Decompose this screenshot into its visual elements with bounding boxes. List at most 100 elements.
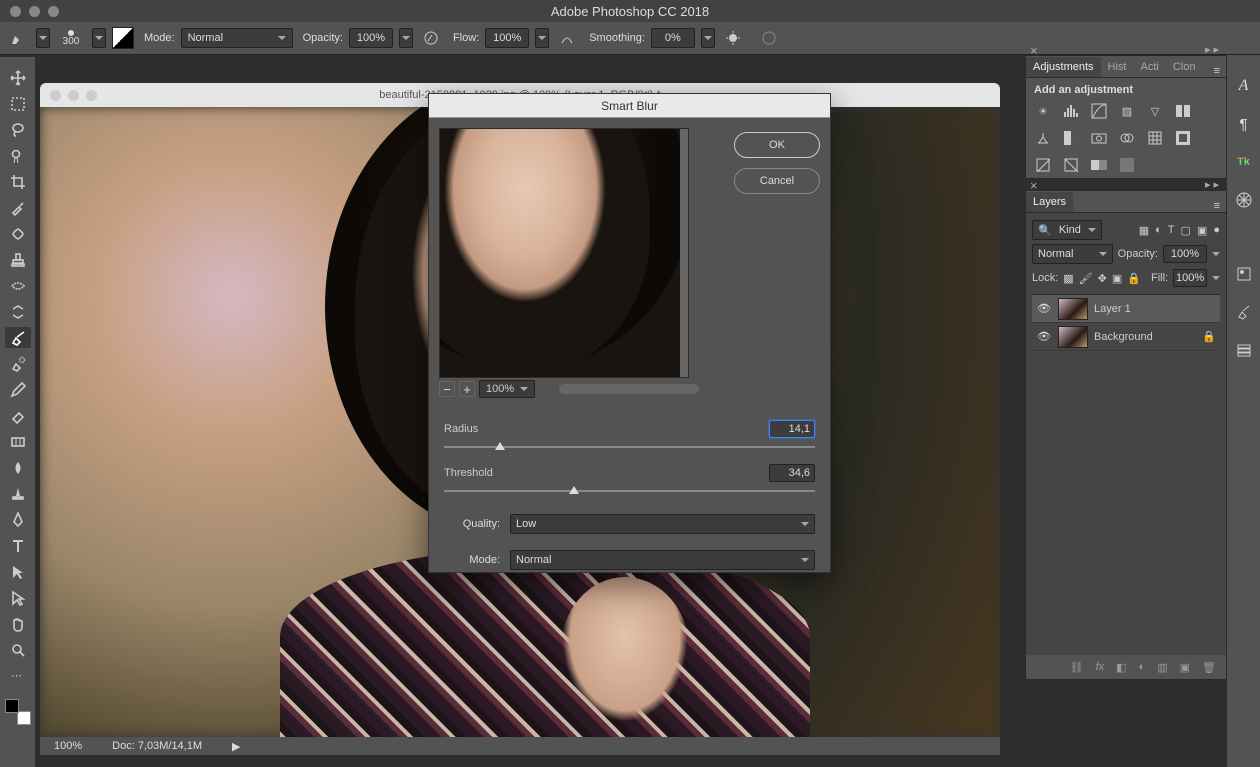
navigator-panel-icon[interactable] xyxy=(1232,189,1256,211)
edit-toolbar[interactable]: ⋯ xyxy=(5,665,31,686)
ok-button[interactable]: OK xyxy=(734,132,820,158)
threshold-input[interactable]: 34,6 xyxy=(769,464,815,482)
eraser-tool[interactable] xyxy=(5,405,31,426)
doc-size[interactable]: Doc: 7,03M/14,1M xyxy=(112,740,202,752)
opacity-value[interactable]: 100% xyxy=(349,28,393,48)
smoothing-dropdown[interactable] xyxy=(701,28,715,48)
radius-input[interactable]: 14,1 xyxy=(769,420,815,438)
vibrance-icon[interactable]: ▽ xyxy=(1146,102,1164,120)
group-icon[interactable]: ▥ xyxy=(1157,661,1167,674)
filter-toggle-icon[interactable]: ● xyxy=(1213,224,1220,237)
smoothing-value[interactable]: 0% xyxy=(651,28,695,48)
brush-settings-panel-icon[interactable] xyxy=(1232,301,1256,323)
curves-icon[interactable] xyxy=(1090,102,1108,120)
tk-panel-icon[interactable]: Tk xyxy=(1232,151,1256,173)
filter-type-select[interactable]: 🔍Kind xyxy=(1032,220,1102,240)
levels-icon[interactable] xyxy=(1062,102,1080,120)
zoom-out-button[interactable]: − xyxy=(439,381,455,397)
layers-panel-close-icon[interactable]: × xyxy=(1030,178,1038,193)
pencil-tool[interactable] xyxy=(5,379,31,400)
visibility-icon[interactable]: 👁 xyxy=(1036,330,1052,343)
lasso-tool[interactable] xyxy=(5,119,31,140)
blend-mode-select[interactable]: Normal xyxy=(181,28,293,48)
dialog-preview[interactable] xyxy=(439,128,689,378)
link-layers-icon[interactable]: ⛓ xyxy=(1070,661,1084,674)
layer-row[interactable]: 👁Background🔒 xyxy=(1032,323,1220,351)
hue-icon[interactable] xyxy=(1174,102,1192,120)
zoom-level[interactable]: 100% xyxy=(54,740,82,752)
color-balance-icon[interactable] xyxy=(1034,129,1052,147)
tab-layers[interactable]: Layers xyxy=(1026,192,1073,212)
zoom-in-button[interactable]: + xyxy=(459,381,475,397)
photo-filter-icon[interactable] xyxy=(1090,129,1108,147)
filter-smart-icon[interactable]: ▣ xyxy=(1197,224,1207,237)
bw-icon[interactable] xyxy=(1062,129,1080,147)
tab-history[interactable]: Hist xyxy=(1101,57,1134,77)
smoothing-options-icon[interactable] xyxy=(721,26,745,50)
lock-all-icon[interactable]: 🔒 xyxy=(1127,272,1141,285)
panel-close-icon[interactable]: × xyxy=(1030,43,1038,58)
channel-mixer-icon[interactable] xyxy=(1118,129,1136,147)
close-window-icon[interactable] xyxy=(10,6,21,17)
panel-collapse-icon[interactable]: ▸▸ xyxy=(1205,43,1222,56)
type-tool[interactable] xyxy=(5,535,31,556)
marquee-tool[interactable] xyxy=(5,93,31,114)
crop-tool[interactable] xyxy=(5,171,31,192)
preview-scrollbar[interactable] xyxy=(680,129,688,377)
blur-tool[interactable] xyxy=(5,457,31,478)
stamp-tool[interactable] xyxy=(5,249,31,270)
invert-icon[interactable] xyxy=(1174,129,1192,147)
preview-hscroll[interactable] xyxy=(559,384,699,394)
layer-thumbnail[interactable] xyxy=(1058,298,1088,320)
direct-select-tool[interactable] xyxy=(5,587,31,608)
visibility-icon[interactable]: 👁 xyxy=(1036,302,1052,315)
paragraph-panel-icon[interactable]: ¶ xyxy=(1232,113,1256,135)
brush-preset-picker[interactable]: 300 xyxy=(56,30,86,47)
radius-slider[interactable] xyxy=(444,440,815,454)
posterize-icon[interactable] xyxy=(1034,156,1052,174)
character-panel-icon[interactable]: A xyxy=(1232,75,1256,97)
layer-fill-dropdown[interactable] xyxy=(1212,276,1220,280)
filter-pixel-icon[interactable]: ▦ xyxy=(1139,224,1149,237)
move-tool[interactable] xyxy=(5,67,31,88)
new-layer-icon[interactable]: ▣ xyxy=(1180,661,1190,674)
gradient-map-icon[interactable] xyxy=(1090,156,1108,174)
layer-opacity-value[interactable]: 100% xyxy=(1163,245,1207,263)
layer-fill-value[interactable]: 100% xyxy=(1173,269,1207,287)
cancel-button[interactable]: Cancel xyxy=(734,168,820,194)
tab-adjustments[interactable]: Adjustments xyxy=(1026,57,1101,77)
eyedropper-tool[interactable] xyxy=(5,197,31,218)
tab-clone[interactable]: Clon xyxy=(1166,57,1203,77)
filter-adjust-icon[interactable]: ◐ xyxy=(1155,224,1162,237)
patch-tool[interactable] xyxy=(5,275,31,296)
brightness-icon[interactable]: ☀ xyxy=(1034,102,1052,120)
doc-close-icon[interactable] xyxy=(50,90,61,101)
layer-blend-mode-select[interactable]: Normal xyxy=(1032,244,1113,264)
exposure-icon[interactable]: ▨ xyxy=(1118,102,1136,120)
history-panel-icon[interactable] xyxy=(1232,339,1256,361)
flow-dropdown[interactable] xyxy=(535,28,549,48)
opacity-pressure-icon[interactable] xyxy=(419,26,443,50)
dodge-tool[interactable] xyxy=(5,483,31,504)
doc-zoom-icon[interactable] xyxy=(86,90,97,101)
history-brush-tool[interactable] xyxy=(5,353,31,374)
size-pressure-icon[interactable] xyxy=(757,26,781,50)
opacity-dropdown[interactable] xyxy=(399,28,413,48)
flow-value[interactable]: 100% xyxy=(485,28,529,48)
doc-min-icon[interactable] xyxy=(68,90,79,101)
quick-select-tool[interactable] xyxy=(5,145,31,166)
filter-shape-icon[interactable]: ▢ xyxy=(1181,224,1191,237)
filter-type-icon[interactable]: T xyxy=(1168,224,1175,237)
pen-tool[interactable] xyxy=(5,509,31,530)
hand-tool[interactable] xyxy=(5,613,31,634)
lock-artboard-icon[interactable]: ▣ xyxy=(1112,272,1122,285)
replace-color-tool[interactable] xyxy=(5,301,31,322)
zoom-window-icon[interactable] xyxy=(48,6,59,17)
properties-panel-icon[interactable] xyxy=(1232,263,1256,285)
threshold-icon[interactable] xyxy=(1062,156,1080,174)
status-more-icon[interactable]: ▶ xyxy=(232,740,240,753)
mode-select-dialog[interactable]: Normal xyxy=(510,550,815,570)
zoom-tool[interactable] xyxy=(5,639,31,660)
layer-mask-icon[interactable]: ◧ xyxy=(1116,661,1126,674)
color-lookup-icon[interactable] xyxy=(1146,129,1164,147)
